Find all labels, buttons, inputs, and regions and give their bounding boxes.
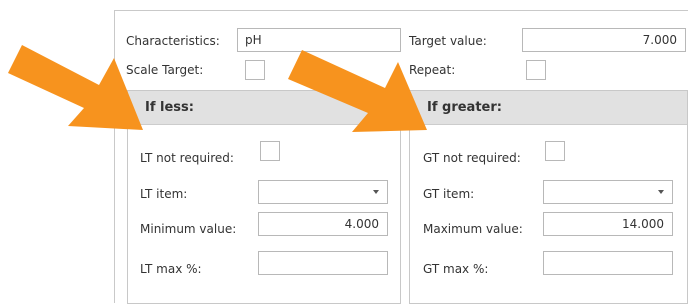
orange-arrow-icon [288, 50, 427, 132]
orange-arrow-icon [8, 45, 143, 130]
annotation-arrows [8, 45, 427, 132]
